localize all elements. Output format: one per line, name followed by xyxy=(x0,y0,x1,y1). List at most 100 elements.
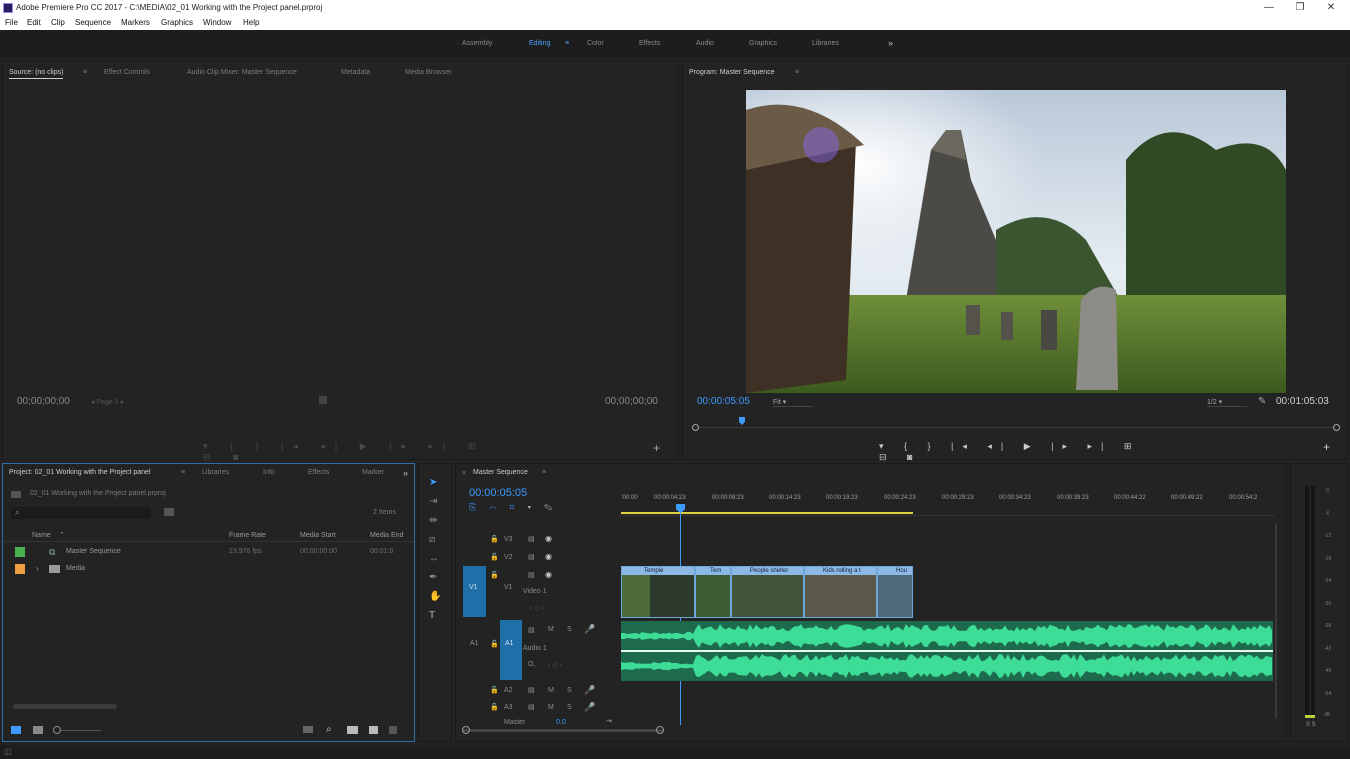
keyframe-nav-icon[interactable]: ‹ ◇ › xyxy=(530,604,544,612)
program-playhead[interactable] xyxy=(739,417,745,425)
project-row-master-sequence[interactable]: ⧉ Master Sequence 23.976 fps 00:00:00:00… xyxy=(3,545,414,559)
eye-icon[interactable]: ◉ xyxy=(545,552,552,561)
icon-view-icon[interactable] xyxy=(33,726,43,734)
program-zoom-handle-right[interactable] xyxy=(1333,424,1340,431)
source-menu-icon[interactable]: ≡ xyxy=(83,69,87,76)
menu-help[interactable]: Help xyxy=(243,18,259,27)
timeline-playhead-timecode[interactable]: 00:00:05:05 xyxy=(469,487,527,499)
program-playhead-timecode[interactable]: 00:00:05:05 xyxy=(697,396,750,407)
maximize-button[interactable]: ❐ xyxy=(1285,0,1315,16)
source-transport-controls[interactable]: ▾ { } |◂ ◂| ▶ |▸ ▸| ⊞ ⊟ ◙ xyxy=(203,441,493,462)
program-scrub-bar[interactable] xyxy=(695,427,1335,428)
menu-markers[interactable]: Markers xyxy=(121,18,150,27)
new-search-bin-icon[interactable] xyxy=(164,508,174,516)
resolution-dropdown[interactable]: 1/2 ▾ xyxy=(1207,398,1247,407)
project-menu-icon[interactable]: ≡ xyxy=(181,469,185,476)
timeline-menu-icon[interactable]: ≡ xyxy=(542,469,546,476)
program-transport-controls[interactable]: ▾ { } |◂ ◂| ▶ |▸ ▸| ⊞ ⊟ ◙ xyxy=(879,441,1159,463)
workspaces-overflow-icon[interactable]: » xyxy=(888,38,893,48)
timeline-toolbar[interactable]: ⎘⌒⌗▾✎ xyxy=(469,502,579,512)
lock-icon[interactable]: 🔓 xyxy=(490,571,499,579)
column-name[interactable]: Name xyxy=(32,532,51,539)
microphone-icon[interactable]: 🎤 xyxy=(584,624,595,635)
program-menu-icon[interactable]: ≡ xyxy=(795,69,799,76)
track-target-a1[interactable]: A1 xyxy=(500,620,522,680)
timeline-vertical-scrollbar[interactable] xyxy=(1275,524,1277,719)
video-clip-temple[interactable]: Temple xyxy=(621,566,695,618)
track-select-tool-icon[interactable]: ⇥ xyxy=(429,497,437,507)
tab-source[interactable]: Source: (no clips) xyxy=(9,69,64,79)
label-color-swatch[interactable] xyxy=(15,564,25,574)
microphone-icon[interactable]: 🎤 xyxy=(584,685,595,696)
tab-info[interactable]: Info xyxy=(263,469,275,476)
disclosure-triangle-icon[interactable]: › xyxy=(36,564,39,573)
label-color-swatch[interactable] xyxy=(15,547,25,557)
audio-clip-a1[interactable] xyxy=(621,621,1273,681)
selection-tool-icon[interactable]: ➤ xyxy=(429,478,437,488)
lock-icon[interactable]: 🔓 xyxy=(490,535,499,543)
program-add-button-icon[interactable]: + xyxy=(1323,440,1330,454)
sync-lock-icon[interactable]: ▤ xyxy=(528,686,535,694)
zoom-slider-handle[interactable] xyxy=(53,726,61,734)
timeline-close-icon[interactable]: × xyxy=(462,470,466,477)
mute-button[interactable]: M xyxy=(548,626,554,633)
sort-ascending-icon[interactable]: ⌃ xyxy=(59,531,65,539)
source-page-selector[interactable]: ◂ Page 1 ▸ xyxy=(91,398,124,406)
project-row-media[interactable]: › Media xyxy=(3,562,414,576)
workspace-graphics[interactable]: Graphics xyxy=(749,40,777,47)
project-horizontal-scrollbar[interactable] xyxy=(13,704,117,709)
video-clip-tem[interactable]: Tem xyxy=(695,566,731,618)
lock-icon[interactable]: 🔓 xyxy=(490,703,499,711)
hand-tool-icon[interactable]: ✋ xyxy=(429,592,441,602)
column-media-start[interactable]: Media Start xyxy=(300,532,336,539)
pen-tool-icon[interactable]: ✒ xyxy=(429,573,437,583)
keyframe-nav-icon[interactable]: ‹ ◇ › xyxy=(548,661,562,669)
volume-knob-icon[interactable]: O, xyxy=(528,661,535,668)
sync-lock-icon[interactable]: ▤ xyxy=(528,571,535,579)
tab-audio-clip-mixer[interactable]: Audio Clip Mixer: Master Sequence xyxy=(187,69,297,76)
program-zoom-handle-left[interactable] xyxy=(692,424,699,431)
workspace-effects[interactable]: Effects xyxy=(639,40,660,47)
scrollbar-handle-right[interactable] xyxy=(656,726,664,734)
work-area-bar[interactable] xyxy=(621,512,913,514)
eye-icon[interactable]: ◉ xyxy=(545,570,552,579)
column-frame-rate[interactable]: Frame Rate xyxy=(229,532,266,539)
close-button[interactable]: ✕ xyxy=(1316,0,1346,16)
meter-solo-buttons[interactable]: S S xyxy=(1306,722,1316,728)
mute-button[interactable]: M xyxy=(548,704,554,711)
timeline-playhead-line[interactable] xyxy=(680,513,681,725)
source-safe-margins-icon[interactable] xyxy=(319,396,327,404)
workspace-audio[interactable]: Audio xyxy=(696,40,714,47)
new-bin-icon[interactable] xyxy=(347,726,358,734)
tab-master-sequence[interactable]: Master Sequence xyxy=(473,469,528,476)
automate-to-sequence-icon[interactable] xyxy=(303,726,313,733)
sync-lock-icon[interactable]: ▤ xyxy=(528,626,535,634)
settings-wrench-icon[interactable]: ✎ xyxy=(1258,396,1266,407)
workspace-menu-icon[interactable]: ≡ xyxy=(565,40,569,47)
fit-dropdown[interactable]: Fit ▾ xyxy=(773,398,813,407)
tab-marker[interactable]: Marker xyxy=(362,469,384,476)
sync-lock-icon[interactable]: ▤ xyxy=(528,703,535,711)
scrollbar-handle-left[interactable] xyxy=(462,726,470,734)
solo-button[interactable]: S xyxy=(567,626,572,633)
type-tool-icon[interactable]: T xyxy=(429,611,435,621)
source-patch-a1-label[interactable]: A1 xyxy=(470,640,479,647)
clear-icon[interactable] xyxy=(389,726,397,734)
project-overflow-icon[interactable]: » xyxy=(403,468,408,478)
find-icon[interactable]: ⌕ xyxy=(326,724,332,735)
solo-button[interactable]: S xyxy=(567,687,572,694)
sync-lock-icon[interactable]: ▤ xyxy=(528,553,535,561)
list-view-icon[interactable] xyxy=(11,726,21,734)
tab-metadata[interactable]: Metadata xyxy=(341,69,370,76)
tab-media-browser[interactable]: Media Browser xyxy=(405,69,452,76)
go-to-end-icon[interactable]: ⇥ xyxy=(606,717,612,725)
sync-lock-icon[interactable]: ▤ xyxy=(528,535,535,543)
workspace-libraries[interactable]: Libraries xyxy=(812,40,839,47)
menu-file[interactable]: File xyxy=(5,18,18,27)
tab-effect-controls[interactable]: Effect Controls xyxy=(104,69,150,76)
timeline-horizontal-scrollbar[interactable] xyxy=(463,729,663,732)
lock-icon[interactable]: 🔓 xyxy=(490,686,499,694)
workspace-editing[interactable]: Editing xyxy=(529,40,550,47)
video-clip-people-shelter[interactable]: People shelter xyxy=(731,566,804,618)
slip-tool-icon[interactable]: ↔ xyxy=(429,554,439,564)
